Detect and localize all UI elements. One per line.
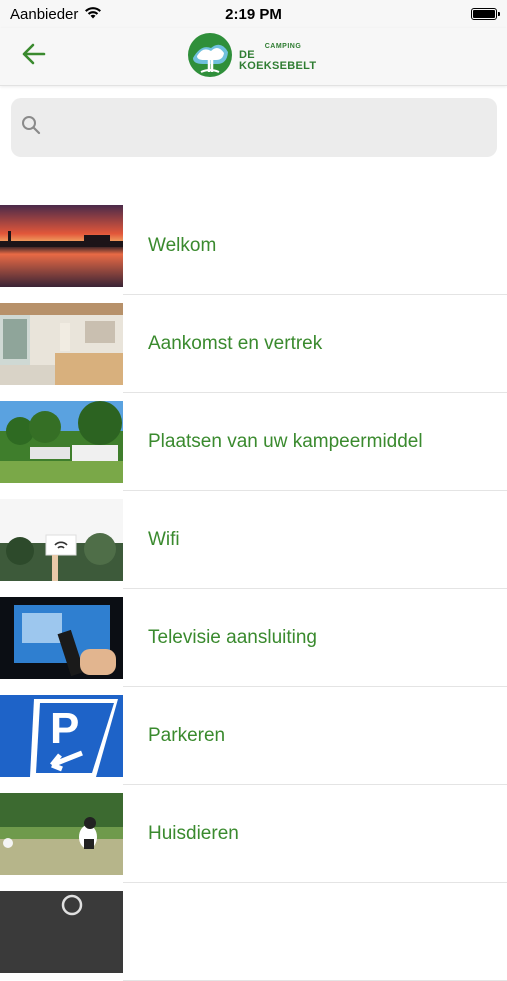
back-arrow-icon: [22, 43, 46, 70]
back-button[interactable]: [18, 40, 50, 72]
parking-sign-image: P: [0, 695, 123, 777]
list-item-parkeren[interactable]: P Parkeren: [0, 687, 507, 785]
tv-remote-image: [0, 597, 123, 679]
list-item-label: Plaatsen van uw kampeermiddel: [148, 431, 423, 452]
list-item-label: Aankomst en vertrek: [148, 333, 323, 354]
logo-big-text: DE KOEKSEBELT: [239, 48, 317, 72]
dog-meadow-image: [0, 793, 123, 875]
wifi-sign-image: [0, 499, 123, 581]
list-item-aankomst[interactable]: Aankomst en vertrek: [0, 295, 507, 393]
status-left: Aanbieder: [10, 6, 102, 23]
status-bar: Aanbieder 2:19 PM: [0, 0, 507, 28]
svg-text:P: P: [50, 704, 79, 753]
tree-logo-icon: [187, 32, 233, 83]
wifi-icon: [84, 6, 102, 23]
reception-interior-image: [0, 303, 123, 385]
camping-field-image: [0, 401, 123, 483]
sunset-lake-image: [0, 205, 123, 287]
list-item-label: Wifi: [148, 529, 180, 550]
list-item-label: Huisdieren: [148, 823, 239, 844]
search-input[interactable]: [49, 117, 469, 138]
list-item-huisdieren[interactable]: Huisdieren: [0, 785, 507, 883]
search-icon: [21, 115, 41, 140]
list-item-wifi[interactable]: Wifi: [0, 491, 507, 589]
carrier-label: Aanbieder: [10, 5, 79, 23]
list-item-welkom[interactable]: Welkom: [0, 197, 507, 295]
battery-icon: [471, 8, 500, 20]
search-bar[interactable]: [11, 98, 497, 157]
camping-logo: CAMPING DE KOEKSEBELT: [187, 32, 327, 82]
list-item-partial[interactable]: [0, 883, 507, 981]
list-item-label: Welkom: [148, 235, 217, 256]
logo-text: CAMPING DE KOEKSEBELT: [239, 43, 327, 72]
list-item-plaatsen[interactable]: Plaatsen van uw kampeermiddel: [0, 393, 507, 491]
list-item-label: Televisie aansluiting: [148, 627, 317, 648]
info-list: Welkom Aankomst en vertrek Plaatsen van …: [0, 197, 507, 981]
logo-small-text: CAMPING: [264, 42, 302, 50]
dark-partial-image: [0, 891, 123, 973]
list-item-televisie[interactable]: Televisie aansluiting: [0, 589, 507, 687]
nav-bar: CAMPING DE KOEKSEBELT: [0, 28, 507, 86]
list-item-label: Parkeren: [148, 725, 226, 746]
